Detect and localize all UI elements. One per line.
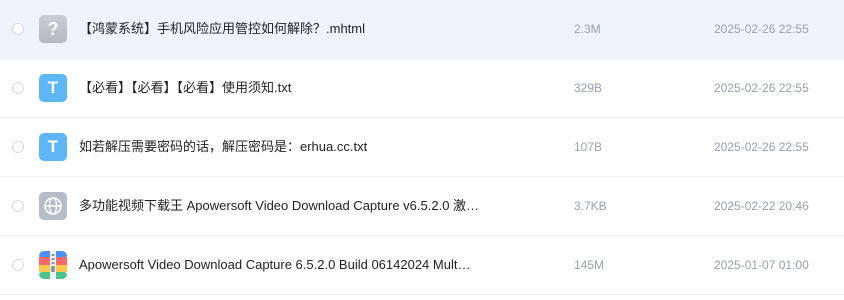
file-name[interactable]: 如若解压需要密码的话，解压密码是：erhua.cc.txt [79,118,509,176]
file-size: 2.3M [574,22,601,36]
zip-archive-icon [39,251,67,279]
row-checkbox[interactable] [12,82,24,94]
unknown-file-icon: ? [39,15,67,43]
row-checkbox[interactable] [12,141,24,153]
row-checkbox[interactable] [12,200,24,212]
file-size: 145M [574,258,605,272]
file-list: ? 【鸿蒙系统】手机风险应用管控如何解除？.mhtml 2.3M 2025-02… [0,0,844,300]
file-row[interactable]: Apowersoft Video Download Capture 6.5.2.… [0,236,844,295]
file-size: 3.7KB [574,199,607,213]
file-date: 2025-02-26 22:55 [714,22,809,36]
file-row[interactable]: 多功能视频下载王 Apowersoft Video Download Captu… [0,177,844,236]
row-checkbox[interactable] [12,23,24,35]
file-date: 2025-02-22 20:46 [714,199,809,213]
txt-file-icon: T [39,74,67,102]
txt-file-glyph: T [47,137,59,156]
file-date: 2025-02-26 22:55 [714,140,809,154]
file-row[interactable]: T 如若解压需要密码的话，解压密码是：erhua.cc.txt 107B 202… [0,118,844,177]
file-date: 2025-02-26 22:55 [714,81,809,95]
file-name[interactable]: 【鸿蒙系统】手机风险应用管控如何解除？.mhtml [79,0,509,58]
file-name[interactable]: Apowersoft Video Download Capture 6.5.2.… [79,236,509,294]
row-checkbox[interactable] [12,259,24,271]
file-row[interactable]: T 【必看】【必看】【必看】使用须知.txt 329B 2025-02-26 2… [0,59,844,118]
file-size: 107B [574,140,603,154]
zip-archive-graphic [39,251,67,279]
txt-file-glyph: T [47,78,59,97]
globe-icon [44,197,62,215]
file-date: 2025-01-07 01:00 [714,258,809,272]
file-name[interactable]: 多功能视频下载王 Apowersoft Video Download Captu… [79,177,509,235]
file-row[interactable]: ? 【鸿蒙系统】手机风险应用管控如何解除？.mhtml 2.3M 2025-02… [0,0,844,59]
unknown-file-glyph: ? [47,18,59,39]
txt-file-icon: T [39,133,67,161]
file-size: 329B [574,81,603,95]
file-name[interactable]: 【必看】【必看】【必看】使用须知.txt [79,59,509,117]
web-link-file-icon [39,192,67,220]
